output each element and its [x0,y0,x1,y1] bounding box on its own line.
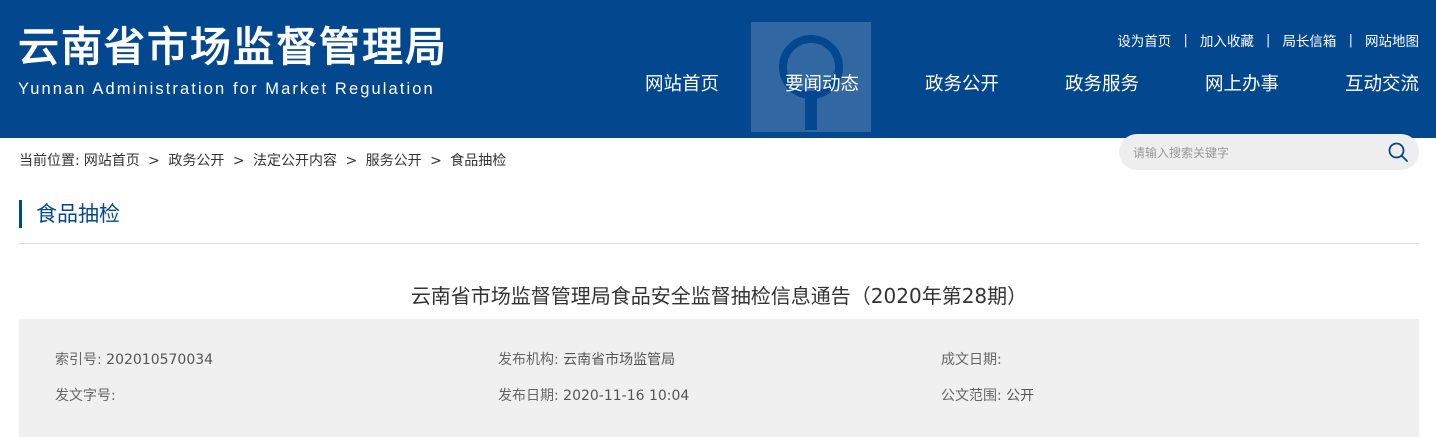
breadcrumb-prefix: 当前位置: [19,153,80,169]
meta-publisher-label: 发布机构: [498,352,559,368]
nav-online-services[interactable]: 网上办事 [1172,64,1312,106]
link-separator: | [1183,32,1188,48]
meta-publisher-value: 云南省市场监管局 [563,352,676,368]
meta-scope-label: 公文范围: [941,388,1002,404]
site-header: 云南省市场监督管理局 Yunnan Administration for Mar… [0,0,1436,138]
meta-scope: 公文范围: 公开 [941,385,1034,405]
link-separator: | [1348,32,1353,48]
meta-doc-number: 发文字号: [55,385,116,405]
breadcrumb: 当前位置: 网站首页 > 政务公开 > 法定公开内容 > 服务公开 > 食品抽检 [19,150,510,170]
top-links: 设为首页 | 加入收藏 | 局长信箱 | 网站地图 [1117,30,1419,50]
meta-publish-date-value: 2020-11-16 10:04 [563,388,690,404]
add-favorite-link[interactable]: 加入收藏 [1200,30,1254,50]
nav-gov-services[interactable]: 政务服务 [1032,64,1172,106]
breadcrumb-item-legal-content[interactable]: 法定公开内容 [253,153,337,169]
director-mailbox-link[interactable]: 局长信箱 [1282,30,1336,50]
set-homepage-link[interactable]: 设为首页 [1117,30,1171,50]
breadcrumb-item-home[interactable]: 网站首页 [84,153,140,169]
meta-date-written: 成文日期: [941,349,1002,369]
meta-publish-date-label: 发布日期: [498,388,559,404]
breadcrumb-separator: > [232,153,245,169]
search-input[interactable] [1131,134,1385,172]
breadcrumb-separator: > [345,153,358,169]
sitemap-link[interactable]: 网站地图 [1365,30,1419,50]
article-title: 云南省市场监督管理局食品安全监督抽检信息通告（2020年第28期） [410,284,1028,308]
breadcrumb-item-service-public[interactable]: 服务公开 [366,153,422,169]
meta-date-written-label: 成文日期: [941,352,1002,368]
meta-scope-value: 公开 [1006,388,1035,404]
breadcrumb-separator: > [148,153,160,169]
breadcrumb-separator: > [430,153,442,169]
nav-news[interactable]: 要闻动态 [752,64,892,106]
meta-index: 索引号: 202010570034 [55,349,213,369]
meta-publish-date: 发布日期: 2020-11-16 10:04 [498,385,689,405]
meta-publisher: 发布机构: 云南省市场监管局 [498,349,675,369]
breadcrumb-item-gov-affairs[interactable]: 政务公开 [168,153,224,169]
breadcrumb-item-food-inspection[interactable]: 食品抽检 [450,153,506,169]
article-meta-panel: 索引号: 202010570034 发布机构: 云南省市场监管局 成文日期: 发… [19,319,1419,437]
meta-doc-number-label: 发文字号: [55,388,116,404]
nav-gov-affairs-public[interactable]: 政务公开 [892,64,1032,106]
link-separator: | [1265,32,1271,48]
divider [19,243,1419,244]
search-icon[interactable] [1387,141,1409,163]
main-nav: 网站首页 要闻动态 政务公开 政务服务 网上办事 互动交流 [612,64,1436,106]
nav-home[interactable]: 网站首页 [612,64,752,106]
nav-interaction[interactable]: 互动交流 [1312,64,1436,106]
site-logo-subtitle: Yunnan Administration for Market Regulat… [18,80,435,98]
site-logo-title[interactable]: 云南省市场监督管理局 [18,22,448,72]
meta-index-label: 索引号: [55,352,102,368]
search-box [1119,134,1419,172]
meta-index-value: 202010570034 [106,352,214,368]
section-title: 食品抽检 [19,200,120,228]
